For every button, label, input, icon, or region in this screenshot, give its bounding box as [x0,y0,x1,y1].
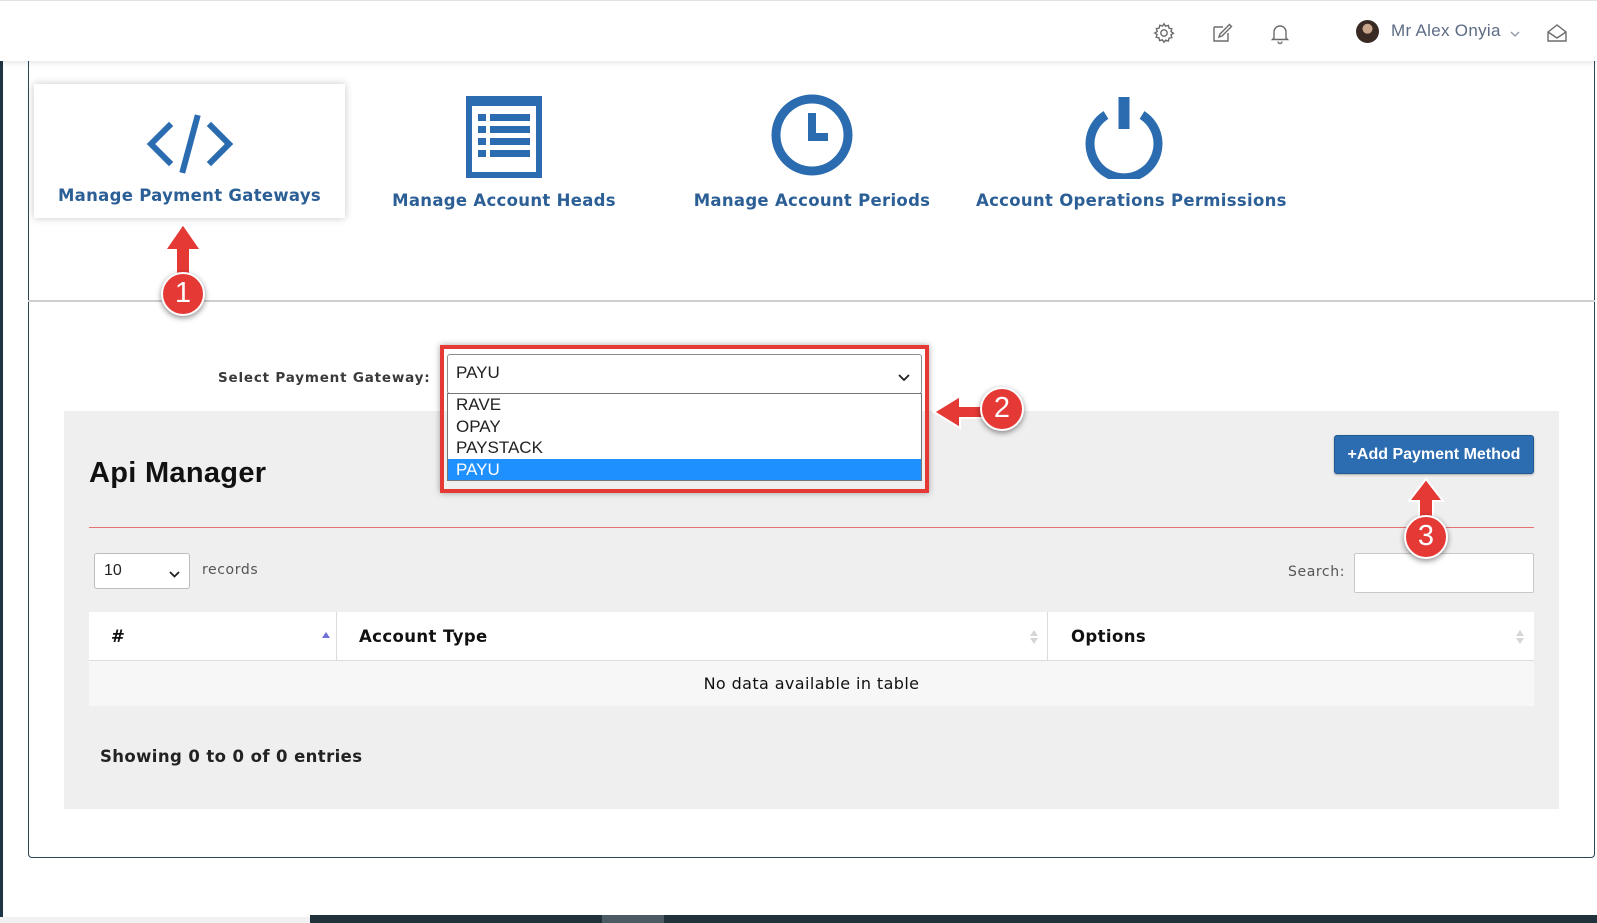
search-input[interactable] [1354,553,1534,593]
inbox-icon[interactable] [1545,21,1569,45]
section-divider [28,300,1595,302]
tile-label: Manage Account Heads [392,191,616,210]
gateway-select-label: Select Payment Gateway: [218,370,431,386]
page: Mr Alex Onyia Manage Payment Gateways Ma… [0,0,1597,923]
tile-manage-payment-gateways[interactable]: Manage Payment Gateways [34,84,345,218]
chevron-down-icon [1509,25,1521,37]
scrollbar-thumb[interactable] [602,915,664,923]
tile-manage-account-periods[interactable]: Manage Account Periods [690,88,934,218]
tile-account-operations-permissions[interactable]: Account Operations Permissions [976,88,1287,218]
tile-label: Manage Payment Gateways [57,186,322,205]
column-separator [336,612,337,661]
tile-manage-account-heads[interactable]: Manage Account Heads [384,88,624,218]
code-icon [34,114,345,174]
column-header-account-type[interactable]: Account Type [359,612,488,661]
top-navbar: Mr Alex Onyia [0,0,1597,61]
sort-both-icon [1515,629,1525,645]
page-length-value: 10 [104,562,122,579]
gateway-select[interactable]: PAYU [447,354,922,394]
bottom-strip [0,917,310,923]
column-header-index[interactable]: # [111,612,125,661]
gateway-option-payu[interactable]: PAYU [448,458,921,480]
tile-label: Manage Account Periods [693,191,931,210]
records-label: records [202,562,259,578]
gateway-option-paystack[interactable]: PAYSTACK [448,437,921,459]
power-icon [976,93,1272,179]
gateway-option-opay[interactable]: OPAY [448,416,921,438]
page-length-select[interactable]: 10 [94,553,190,589]
annotation-badge-2: 2 [980,387,1024,431]
search-label: Search: [1288,564,1346,580]
chevron-down-icon [897,369,911,382]
chevron-down-icon [168,567,181,578]
horizontal-scrollbar[interactable] [310,915,1597,923]
table-header: # Account Type Options [89,612,1534,661]
bell-icon[interactable] [1268,21,1292,45]
sort-asc-icon [321,629,331,645]
add-payment-method-button[interactable]: +Add Payment Method [1334,435,1534,474]
table-info: Showing 0 to 0 of 0 entries [100,747,363,766]
tile-label: Account Operations Permissions [976,191,1287,210]
column-header-options[interactable]: Options [1071,612,1146,661]
gateway-option-rave[interactable]: RAVE [448,394,921,416]
page-title: Api Manager [89,457,267,489]
gateway-options-list: RAVE OPAY PAYSTACK PAYU [447,393,922,481]
list-document-icon [384,94,624,180]
annotation-badge-3: 3 [1404,515,1448,559]
annotation-badge-1: 1 [161,272,205,316]
data-table: # Account Type Options No data available… [89,612,1534,706]
title-underline [89,527,1534,528]
sidebar-edge [0,61,3,923]
edit-icon[interactable] [1210,21,1234,45]
user-name: Mr Alex Onyia [1391,21,1501,40]
user-menu[interactable]: Mr Alex Onyia [1356,17,1521,45]
gateway-selected-value: PAYU [456,363,500,382]
sort-both-icon [1029,629,1039,645]
avatar [1356,19,1379,43]
clock-icon [690,93,934,177]
settings-icon[interactable] [1152,21,1176,45]
column-separator [1047,612,1048,661]
empty-table-row: No data available in table [89,661,1534,706]
